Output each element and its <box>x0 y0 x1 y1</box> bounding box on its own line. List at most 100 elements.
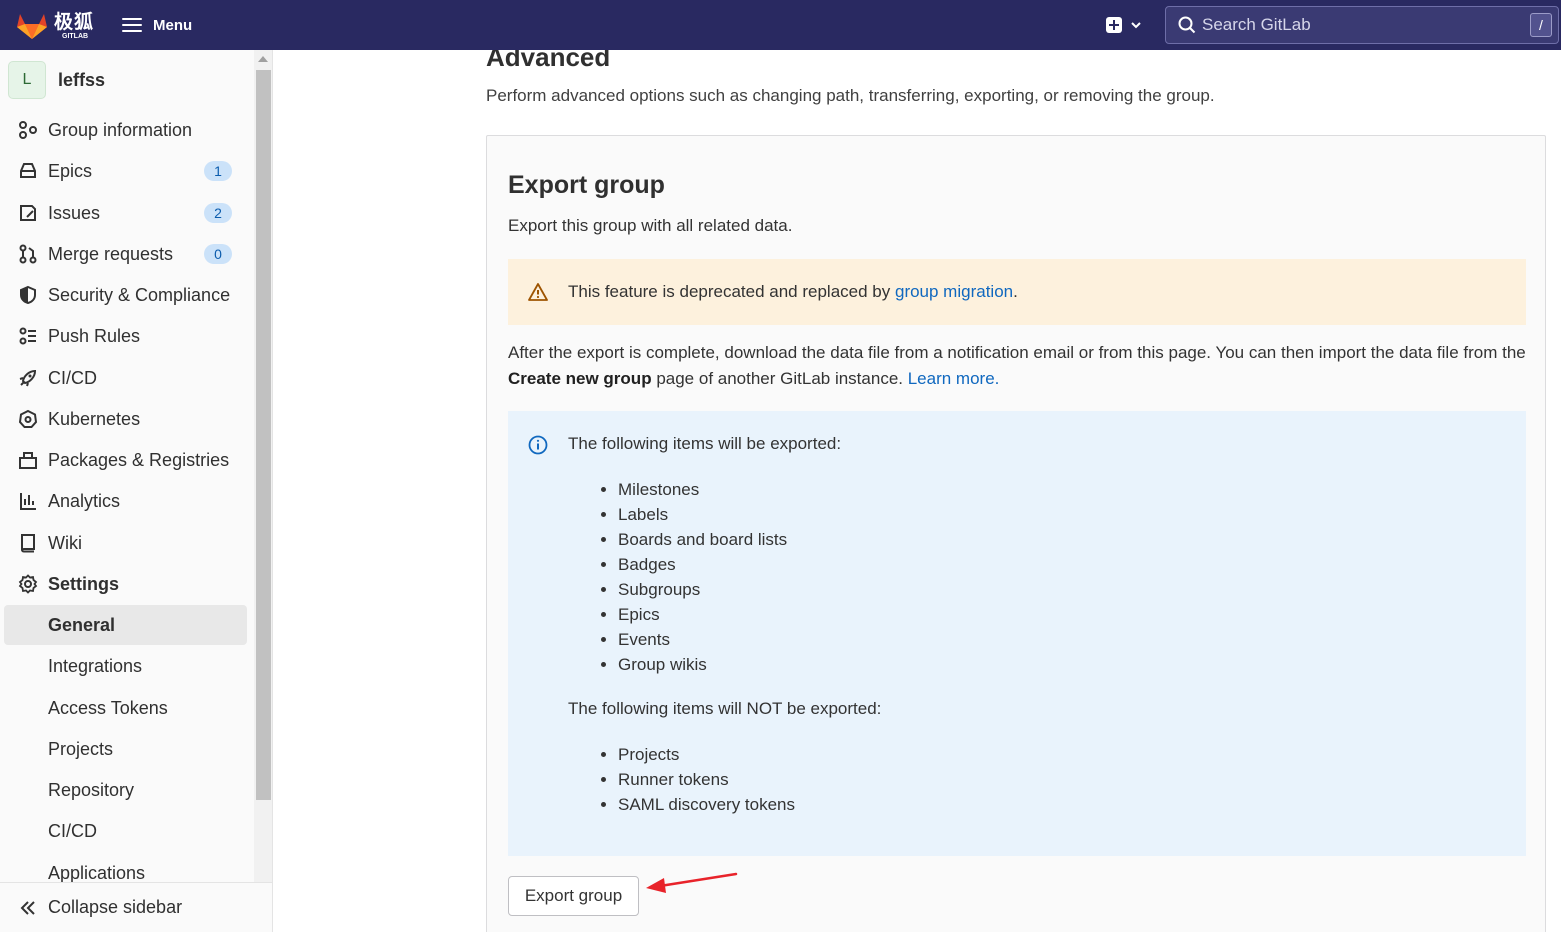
sidebar-item-label: Epics <box>48 160 93 181</box>
sidebar-item-label: Group information <box>48 119 193 140</box>
sidebar-item-label: Analytics <box>48 490 121 511</box>
list-item: Epics <box>618 602 787 627</box>
count-badge: 0 <box>204 244 232 264</box>
sidebar-subitem-projects[interactable]: Projects <box>4 729 247 769</box>
book-icon <box>21 534 35 553</box>
list-item: Group wikis <box>618 652 787 677</box>
sidebar-item-label: Packages & Registries <box>48 449 230 470</box>
scroll-up-arrow-icon[interactable] <box>258 56 268 62</box>
scrollbar-thumb[interactable] <box>256 70 271 800</box>
list-item: Events <box>618 627 787 652</box>
package-icon <box>19 452 37 469</box>
sidebar-subitem-label: General <box>48 614 116 635</box>
sidebar-item-analytics[interactable]: Analytics <box>4 481 247 521</box>
top-navbar: 极狐 GITLAB Menu Search GitLab / <box>0 0 1561 50</box>
sidebar-subitem-general[interactable]: General <box>4 605 247 645</box>
list-item: Subgroups <box>618 577 787 602</box>
sidebar-item-group-information[interactable]: Group information <box>4 110 247 150</box>
sidebar-item-push-rules[interactable]: Push Rules <box>4 316 247 356</box>
group-name: leffss <box>58 69 106 90</box>
section-title: Advanced <box>486 50 611 72</box>
not-exported-items-list: Projects Runner tokens SAML discovery to… <box>618 742 795 817</box>
instructions-text-2: page of another GitLab instance. <box>651 369 908 388</box>
sidebar-group-header[interactable]: L leffss <box>8 61 105 99</box>
sidebar-item-label: CI/CD <box>48 367 97 388</box>
new-dropdown-button[interactable] <box>1106 14 1142 36</box>
epic-icon <box>20 163 36 178</box>
hamburger-icon <box>122 18 142 32</box>
sidebar-item-label: Wiki <box>48 532 82 553</box>
plus-square-icon <box>1106 17 1122 33</box>
main-content: Advanced Perform advanced options such a… <box>274 50 1561 932</box>
export-info-alert: The following items will be exported: Mi… <box>508 411 1526 856</box>
sidebar-scrollbar[interactable] <box>254 50 272 882</box>
sidebar-subitem-repository[interactable]: Repository <box>4 770 247 810</box>
search-shortcut-key: / <box>1530 13 1552 37</box>
not-exported-items-heading: The following items will NOT be exported… <box>568 699 882 718</box>
sidebar-subitem-label: Access Tokens <box>48 697 168 718</box>
sidebar-subitem-integrations[interactable]: Integrations <box>4 646 247 686</box>
sidebar-item-issues[interactable]: Issues 2 <box>4 193 247 233</box>
sidebar-item-label: Issues <box>48 202 101 223</box>
shield-icon <box>20 285 36 305</box>
instructions-text: After the export is complete, download t… <box>508 343 1526 362</box>
export-group-button[interactable]: Export group <box>508 876 639 916</box>
sidebar-subitem-label: Repository <box>48 779 135 800</box>
kubernetes-icon <box>18 409 38 428</box>
double-chevron-left-icon <box>20 900 35 915</box>
sidebar-item-settings[interactable]: Settings <box>4 564 247 604</box>
collapse-sidebar-button[interactable]: Collapse sidebar <box>0 882 272 932</box>
menu-label: Menu <box>153 16 193 34</box>
deprecation-alert: This feature is deprecated and replaced … <box>508 259 1526 325</box>
exported-items-list: Milestones Labels Boards and board lists… <box>618 477 787 677</box>
count-badge: 1 <box>204 161 232 181</box>
brand-subtitle: GITLAB <box>62 32 89 40</box>
sidebar-item-kubernetes[interactable]: Kubernetes <box>4 399 247 439</box>
sidebar-subitem-label: Projects <box>48 738 114 759</box>
alert-text-end: . <box>1013 282 1018 301</box>
fox-logo-icon <box>17 14 47 39</box>
learn-more-link[interactable]: Learn more. <box>908 369 1000 388</box>
search-input[interactable]: Search GitLab / <box>1165 6 1559 44</box>
sidebar-item-merge-requests[interactable]: Merge requests 0 <box>4 234 247 274</box>
sidebar-subitem-cicd[interactable]: CI/CD <box>4 811 247 851</box>
export-group-card: Export group Export this group with all … <box>486 135 1546 932</box>
group-information-icon <box>19 121 37 139</box>
sidebar-subitem-label: Integrations <box>48 655 143 676</box>
info-icon <box>528 435 548 455</box>
rocket-icon <box>19 369 37 387</box>
settings-icon <box>18 574 38 594</box>
search-icon <box>1178 16 1196 34</box>
sidebar-item-cicd[interactable]: CI/CD <box>4 358 247 398</box>
sidebar-item-security-compliance[interactable]: Security & Compliance <box>4 275 247 315</box>
count-badge: 2 <box>204 203 232 223</box>
sidebar-item-label: Security & Compliance <box>48 284 231 305</box>
create-new-group-text: Create new group <box>508 369 652 388</box>
sidebar-item-epics[interactable]: Epics 1 <box>4 151 247 191</box>
list-item: Badges <box>618 552 787 577</box>
list-item: Boards and board lists <box>618 527 787 552</box>
section-description: Perform advanced options such as changin… <box>486 86 1215 105</box>
sidebar-subitem-access-tokens[interactable]: Access Tokens <box>4 688 247 728</box>
list-item: Projects <box>618 742 795 767</box>
menu-button[interactable]: Menu <box>122 12 192 38</box>
warning-icon <box>528 283 548 301</box>
list-item: Milestones <box>618 477 787 502</box>
push-rules-icon <box>19 327 36 345</box>
gitlab-logo[interactable]: 极狐 GITLAB <box>16 10 96 42</box>
sidebar-item-wiki[interactable]: Wiki <box>4 523 247 563</box>
list-item: Runner tokens <box>618 767 795 792</box>
list-item: SAML discovery tokens <box>618 792 795 817</box>
sidebar-item-packages-registries[interactable]: Packages & Registries <box>4 440 247 480</box>
merge-request-icon <box>19 244 37 264</box>
sidebar-subitem-label: CI/CD <box>48 820 97 841</box>
search-placeholder: Search GitLab <box>1202 15 1311 34</box>
export-instructions: After the export is complete, download t… <box>508 340 1526 392</box>
sidebar-item-label: Merge requests <box>48 243 174 264</box>
sidebar-item-label: Settings <box>48 573 120 594</box>
annotation-arrow-icon <box>646 872 738 893</box>
brand-name: 极狐 <box>54 11 95 33</box>
card-description: Export this group with all related data. <box>508 216 793 235</box>
card-title: Export group <box>508 171 665 199</box>
group-migration-link[interactable]: group migration <box>895 282 1013 301</box>
